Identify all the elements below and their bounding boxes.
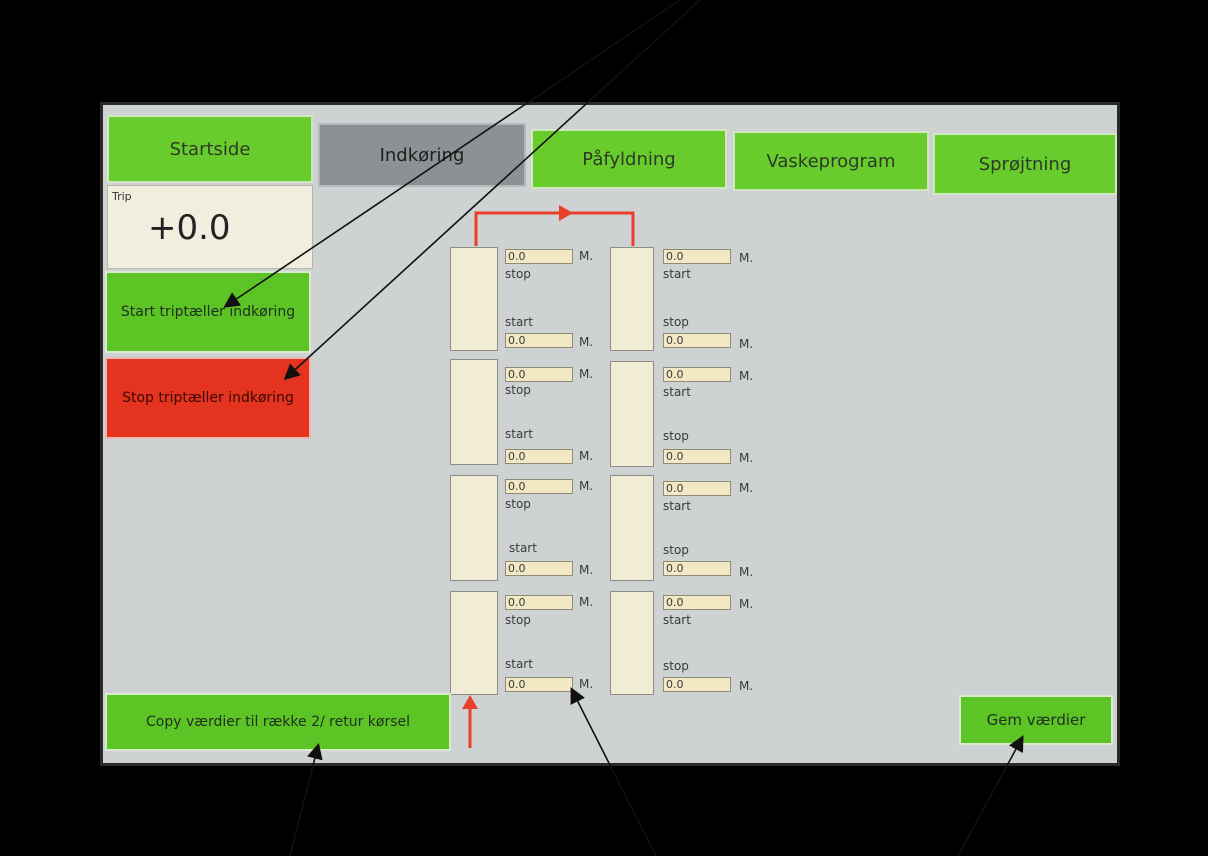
annotation-arrow-copy [289, 742, 323, 856]
annotation-arrows [223, 0, 1024, 856]
annotation-arrow-field [570, 687, 657, 856]
annotation-arrow-start [223, 0, 681, 308]
annotation-arrow-stop [283, 0, 701, 381]
annotation-arrow-save [957, 735, 1024, 856]
